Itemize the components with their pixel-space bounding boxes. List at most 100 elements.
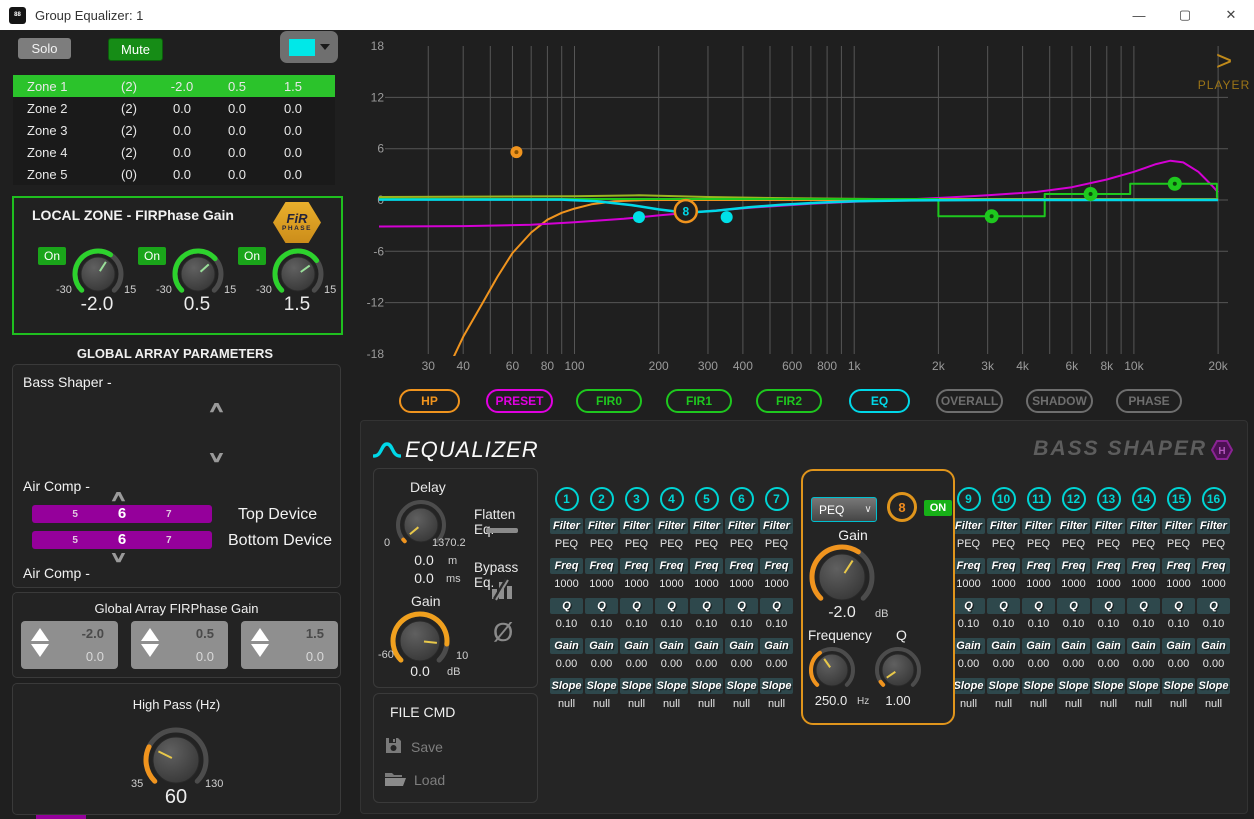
- band-field-value[interactable]: null: [1170, 698, 1187, 712]
- band-field-value[interactable]: 0.10: [556, 618, 577, 632]
- zone-row[interactable]: Zone 5(0)0.00.00.0: [13, 163, 335, 185]
- band-field-value[interactable]: 0.00: [591, 658, 612, 672]
- band-select-7[interactable]: 7: [765, 487, 789, 511]
- tab-shadow[interactable]: SHADOW: [1026, 389, 1093, 413]
- band-field-value[interactable]: PEQ: [730, 538, 753, 552]
- band-field-value[interactable]: 1000: [624, 578, 648, 592]
- zone-row[interactable]: Zone 3(2)0.00.00.0: [13, 119, 335, 141]
- tab-hp[interactable]: HP: [399, 389, 460, 413]
- band-field-value[interactable]: 0.00: [556, 658, 577, 672]
- band-field-value[interactable]: 1000: [729, 578, 753, 592]
- bypass-eq-button[interactable]: [490, 577, 516, 606]
- band-field-value[interactable]: 0.00: [661, 658, 682, 672]
- band-select-13[interactable]: 13: [1097, 487, 1121, 511]
- zone-row[interactable]: Zone 4(2)0.00.00.0: [13, 141, 335, 163]
- band-field-value[interactable]: 1000: [1201, 578, 1225, 592]
- band-field-value[interactable]: 0.00: [696, 658, 717, 672]
- band-field-value[interactable]: 0.10: [731, 618, 752, 632]
- band-8-filter-type-select[interactable]: PEQ ∨: [811, 497, 877, 522]
- band-8-on-button[interactable]: ON: [924, 500, 952, 516]
- flatten-eq-button[interactable]: [486, 528, 518, 533]
- band-field-value[interactable]: 0.00: [626, 658, 647, 672]
- spinner-down-icon[interactable]: [141, 644, 159, 657]
- band-field-value[interactable]: 0.10: [1203, 618, 1224, 632]
- band-select-1[interactable]: 1: [555, 487, 579, 511]
- band-field-value[interactable]: 0.00: [993, 658, 1014, 672]
- band-field-value[interactable]: null: [768, 698, 785, 712]
- band-field-value[interactable]: 1000: [764, 578, 788, 592]
- band-field-value[interactable]: 0.00: [958, 658, 979, 672]
- band-field-value[interactable]: 0.00: [1133, 658, 1154, 672]
- spinner-down-icon[interactable]: [31, 644, 49, 657]
- band-field-value[interactable]: 0.00: [766, 658, 787, 672]
- band-field-value[interactable]: 0.10: [1133, 618, 1154, 632]
- zone-row[interactable]: Zone 2(2)0.00.00.0: [13, 97, 335, 119]
- player-nav[interactable]: > PLAYER: [1196, 48, 1252, 92]
- band-field-value[interactable]: 1000: [1131, 578, 1155, 592]
- band-field-value[interactable]: 1000: [554, 578, 578, 592]
- save-button[interactable]: Save: [384, 736, 443, 758]
- band-field-value[interactable]: 0.10: [591, 618, 612, 632]
- tab-eq[interactable]: EQ: [849, 389, 910, 413]
- bass-shaper-down-icon[interactable]: ∨: [207, 453, 226, 463]
- band-field-value[interactable]: null: [593, 698, 610, 712]
- band-field-value[interactable]: null: [1205, 698, 1222, 712]
- band-field-value[interactable]: 0.10: [1028, 618, 1049, 632]
- tab-preset[interactable]: PRESET: [486, 389, 553, 413]
- band-field-value[interactable]: null: [1065, 698, 1082, 712]
- band-field-value[interactable]: 0.10: [766, 618, 787, 632]
- band-field-value[interactable]: 0.10: [1168, 618, 1189, 632]
- band-field-value[interactable]: 1000: [589, 578, 613, 592]
- tab-fir1[interactable]: FIR1: [666, 389, 732, 413]
- band-field-value[interactable]: null: [1135, 698, 1152, 712]
- firphase-gain-spinner[interactable]: -2.00.0: [21, 621, 118, 669]
- band-field-value[interactable]: PEQ: [590, 538, 613, 552]
- band-field-value[interactable]: 0.10: [661, 618, 682, 632]
- eq-response-graph[interactable]: 181260-6-12-1830406080100200300400600800…: [360, 30, 1254, 382]
- band-field-value[interactable]: 0.10: [958, 618, 979, 632]
- spinner-down-icon[interactable]: [251, 644, 269, 657]
- firphase-gain-spinner[interactable]: 0.50.0: [131, 621, 228, 669]
- band-select-10[interactable]: 10: [992, 487, 1016, 511]
- air-comp-down-icon[interactable]: ∨: [109, 553, 128, 563]
- band-field-value[interactable]: 1000: [659, 578, 683, 592]
- band-field-value[interactable]: PEQ: [1202, 538, 1225, 552]
- mute-button[interactable]: Mute: [108, 38, 163, 61]
- band-select-6[interactable]: 6: [730, 487, 754, 511]
- phase-invert-button[interactable]: Ø: [493, 617, 513, 648]
- band-field-value[interactable]: PEQ: [1062, 538, 1085, 552]
- band-field-value[interactable]: null: [733, 698, 750, 712]
- band-select-2[interactable]: 2: [590, 487, 614, 511]
- band-field-value[interactable]: 1000: [956, 578, 980, 592]
- band-field-value[interactable]: 0.10: [1098, 618, 1119, 632]
- band-field-value[interactable]: 0.10: [993, 618, 1014, 632]
- load-button[interactable]: Load: [384, 770, 445, 790]
- zone-color-dropdown[interactable]: [280, 31, 338, 63]
- band-field-value[interactable]: 1000: [694, 578, 718, 592]
- band-select-16[interactable]: 16: [1202, 487, 1226, 511]
- band-select-4[interactable]: 4: [660, 487, 684, 511]
- spinner-up-icon[interactable]: [141, 628, 159, 641]
- maximize-button[interactable]: ▢: [1162, 0, 1208, 30]
- band-field-value[interactable]: 1000: [1166, 578, 1190, 592]
- zone-row[interactable]: Zone 1(2)-2.00.51.5: [13, 75, 335, 97]
- band-field-value[interactable]: 1000: [1026, 578, 1050, 592]
- band-select-11[interactable]: 11: [1027, 487, 1051, 511]
- band-select-3[interactable]: 3: [625, 487, 649, 511]
- band-select-12[interactable]: 12: [1062, 487, 1086, 511]
- bass-shaper-up-icon[interactable]: ∧: [207, 403, 226, 413]
- band-field-value[interactable]: null: [698, 698, 715, 712]
- band-field-value[interactable]: PEQ: [1132, 538, 1155, 552]
- firphase-gain-spinner[interactable]: 1.50.0: [241, 621, 338, 669]
- band-field-value[interactable]: PEQ: [660, 538, 683, 552]
- band-field-value[interactable]: PEQ: [1097, 538, 1120, 552]
- band-field-value[interactable]: PEQ: [555, 538, 578, 552]
- band-field-value[interactable]: 1000: [991, 578, 1015, 592]
- air-comp-slider-top[interactable]: 567: [32, 505, 212, 523]
- band-field-value[interactable]: 0.10: [1063, 618, 1084, 632]
- band-select-14[interactable]: 14: [1132, 487, 1156, 511]
- band-field-value[interactable]: PEQ: [625, 538, 648, 552]
- band-field-value[interactable]: 1000: [1061, 578, 1085, 592]
- band-field-value[interactable]: PEQ: [992, 538, 1015, 552]
- air-comp-slider-bottom[interactable]: 567: [32, 531, 212, 549]
